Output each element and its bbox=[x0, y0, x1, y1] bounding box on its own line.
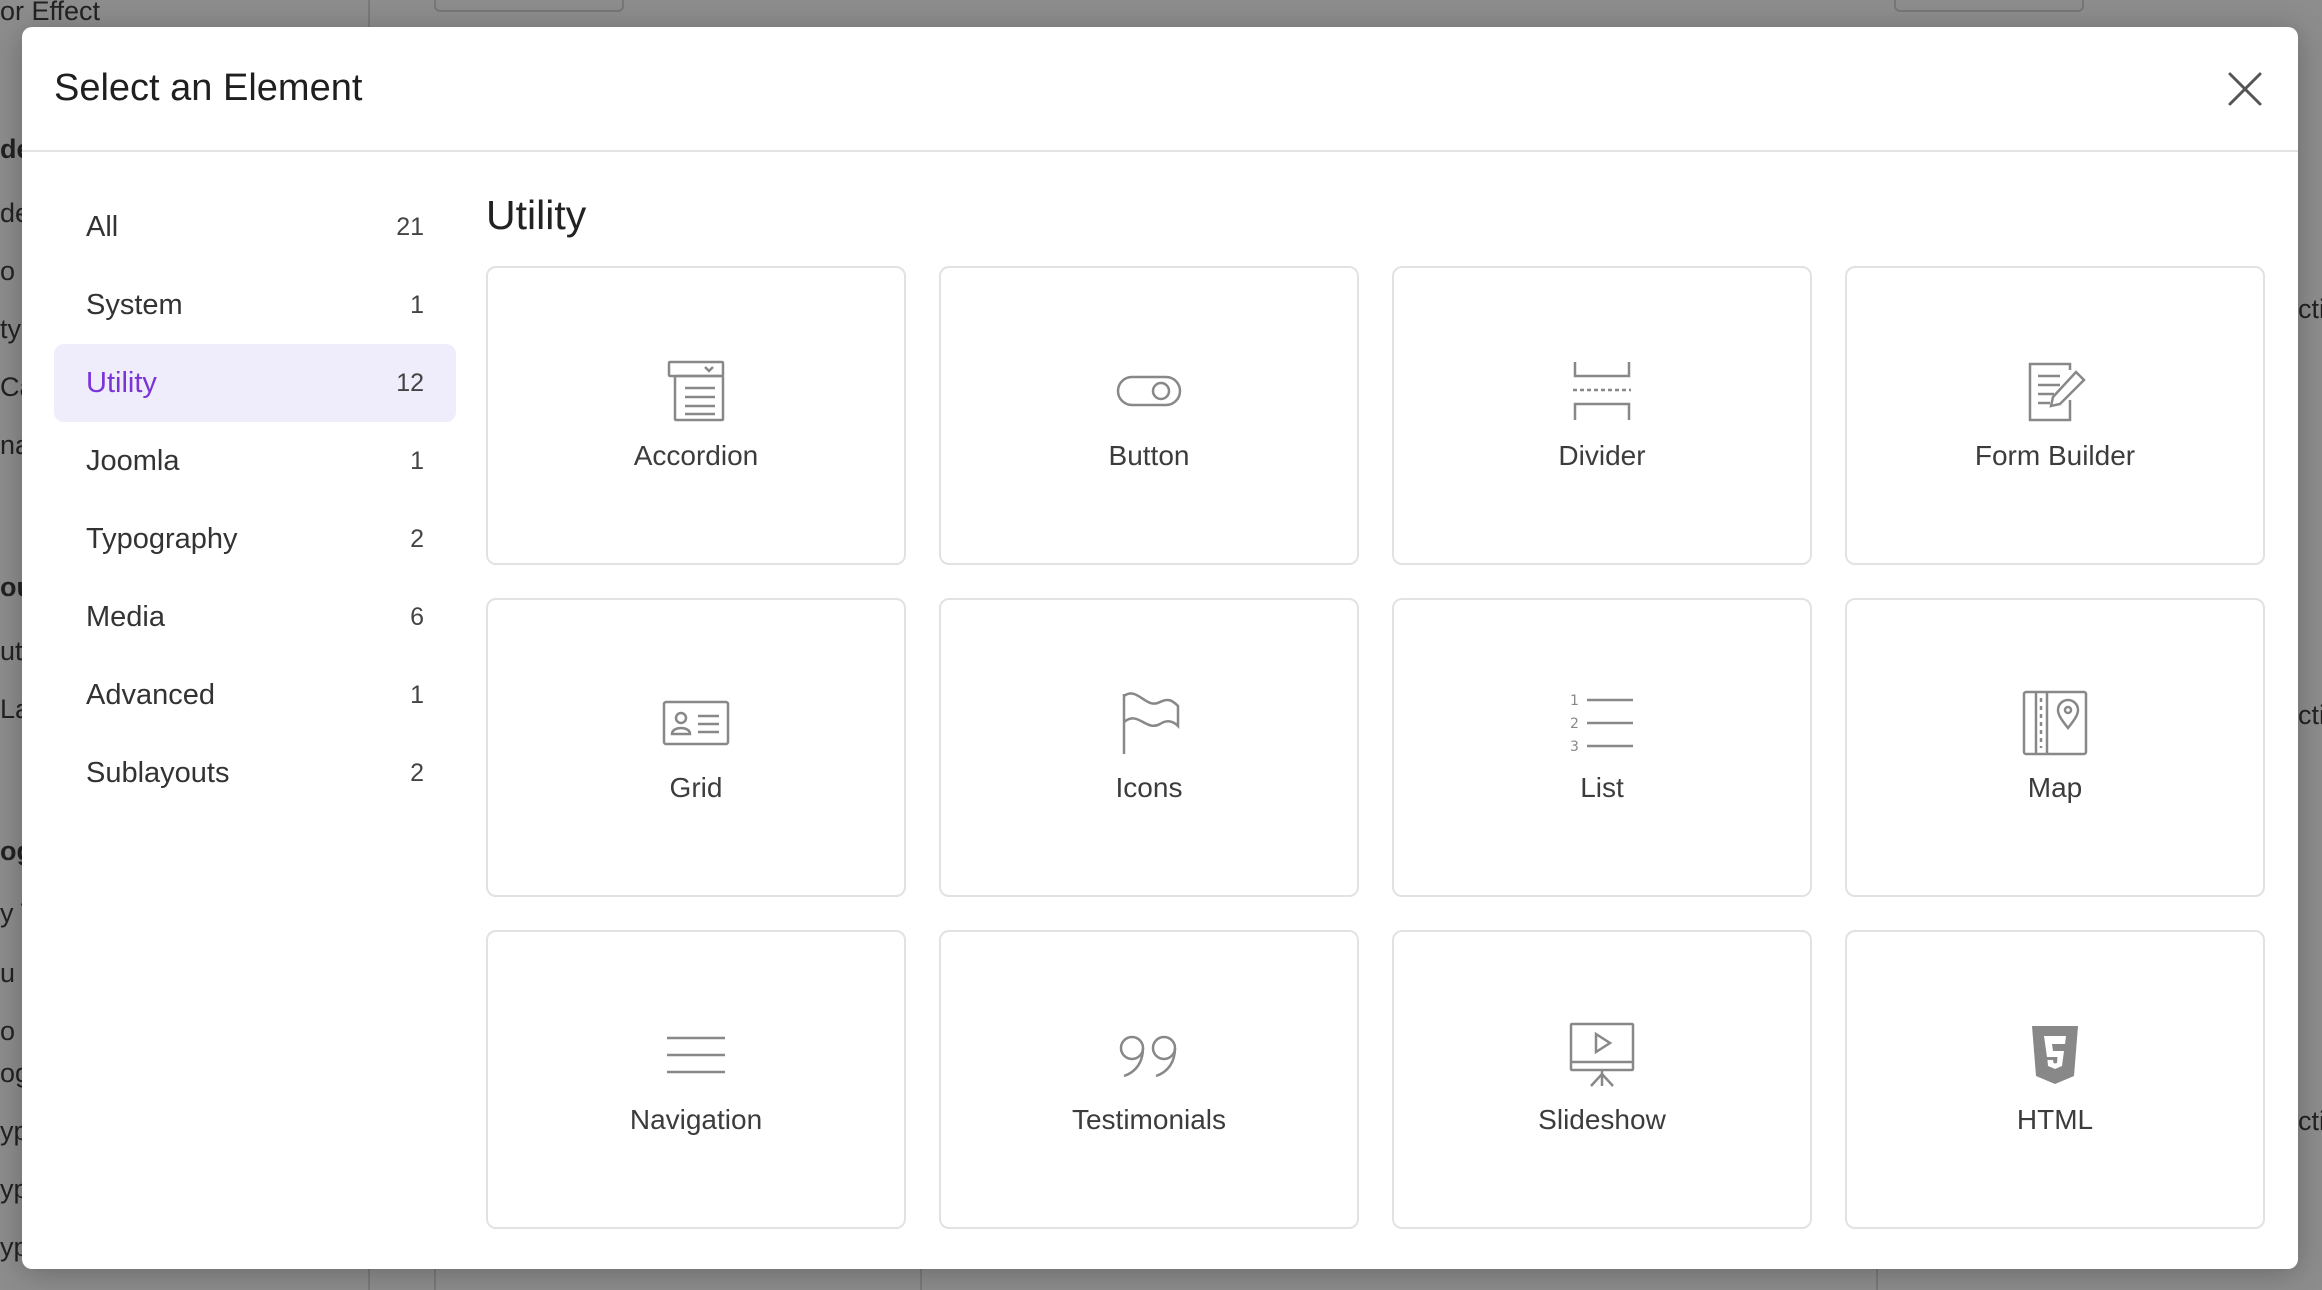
element-card-list[interactable]: 1 2 3 List bbox=[1392, 598, 1812, 897]
modal-header: Select an Element bbox=[22, 27, 2298, 152]
element-card-slideshow[interactable]: Slideshow bbox=[1392, 930, 1812, 1229]
element-card-button[interactable]: Button bbox=[939, 266, 1359, 565]
category-sidebar: All 21 System 1 Utility 12 Joomla 1 Typo… bbox=[54, 188, 456, 812]
bg-label: cti bbox=[2298, 294, 2322, 324]
category-label: Joomla bbox=[86, 444, 180, 477]
category-count: 1 bbox=[410, 446, 424, 475]
element-label: Form Builder bbox=[1974, 439, 2136, 471]
grid-icon bbox=[661, 688, 731, 758]
element-content: Utility Accordion Button Divider Form Bu… bbox=[486, 192, 2289, 1229]
bg-label: or Effect bbox=[0, 0, 101, 26]
category-sublayouts[interactable]: Sublayouts 2 bbox=[54, 734, 456, 812]
bg-box bbox=[1894, 0, 2084, 12]
navigation-icon bbox=[661, 1020, 731, 1090]
element-card-divider[interactable]: Divider bbox=[1392, 266, 1812, 565]
bg-divider bbox=[1876, 1266, 1878, 1290]
category-media[interactable]: Media 6 bbox=[54, 578, 456, 656]
category-count: 2 bbox=[410, 758, 424, 787]
button-icon bbox=[1114, 356, 1184, 426]
category-count: 12 bbox=[396, 368, 424, 397]
element-label: Navigation bbox=[629, 1103, 763, 1135]
svg-text:2: 2 bbox=[1570, 716, 1579, 732]
bg-label: ut bbox=[0, 636, 23, 666]
form-builder-icon bbox=[2020, 356, 2090, 426]
category-all[interactable]: All 21 bbox=[54, 188, 456, 266]
element-card-map[interactable]: Map bbox=[1845, 598, 2265, 897]
category-system[interactable]: System 1 bbox=[54, 266, 456, 344]
element-label: List bbox=[1580, 771, 1624, 803]
modal-title: Select an Element bbox=[54, 67, 363, 109]
select-element-modal: Select an Element All 21 System 1 Utilit… bbox=[22, 27, 2298, 1269]
bg-box bbox=[434, 0, 624, 12]
bg-label: cti bbox=[2298, 700, 2322, 730]
quote-icon bbox=[1114, 1020, 1184, 1090]
category-count: 1 bbox=[410, 680, 424, 709]
element-label: Slideshow bbox=[1538, 1103, 1666, 1135]
element-card-grid[interactable]: Grid bbox=[486, 598, 906, 897]
category-label: Utility bbox=[86, 366, 157, 399]
close-icon bbox=[2228, 72, 2262, 105]
bg-divider bbox=[920, 1266, 922, 1290]
accordion-icon bbox=[661, 356, 731, 426]
element-label: Grid bbox=[669, 771, 723, 803]
element-label: Divider bbox=[1558, 439, 1646, 471]
map-icon bbox=[2020, 688, 2090, 758]
category-count: 21 bbox=[396, 212, 424, 241]
category-label: System bbox=[86, 288, 183, 321]
close-button[interactable] bbox=[2220, 64, 2270, 114]
category-label: Typography bbox=[86, 522, 238, 555]
category-advanced[interactable]: Advanced 1 bbox=[54, 656, 456, 734]
element-card-navigation[interactable]: Navigation bbox=[486, 930, 906, 1229]
category-count: 2 bbox=[410, 524, 424, 553]
divider-icon bbox=[1567, 356, 1637, 426]
category-count: 1 bbox=[410, 290, 424, 319]
category-label: Media bbox=[86, 600, 165, 633]
element-card-html[interactable]: HTML bbox=[1845, 930, 2265, 1229]
category-count: 6 bbox=[410, 602, 424, 631]
slideshow-icon bbox=[1567, 1020, 1637, 1090]
category-label: Sublayouts bbox=[86, 756, 230, 789]
element-label: Button bbox=[1108, 439, 1190, 471]
element-card-testimonials[interactable]: Testimonials bbox=[939, 930, 1359, 1229]
category-label: All bbox=[86, 210, 119, 243]
element-label: Testimonials bbox=[1071, 1103, 1227, 1135]
element-grid: Accordion Button Divider Form Builder Gr… bbox=[486, 266, 2289, 1229]
element-label: HTML bbox=[2016, 1103, 2094, 1135]
bg-divider bbox=[434, 1266, 436, 1290]
element-label: Accordion bbox=[633, 439, 759, 471]
svg-text:3: 3 bbox=[1570, 739, 1579, 755]
category-joomla[interactable]: Joomla 1 bbox=[54, 422, 456, 500]
svg-text:1: 1 bbox=[1570, 693, 1579, 709]
element-card-form-builder[interactable]: Form Builder bbox=[1845, 266, 2265, 565]
list-icon: 1 2 3 bbox=[1567, 688, 1637, 758]
modal-body: All 21 System 1 Utility 12 Joomla 1 Typo… bbox=[22, 152, 2298, 1269]
section-title: Utility bbox=[486, 192, 587, 238]
category-typography[interactable]: Typography 2 bbox=[54, 500, 456, 578]
bg-label: cti bbox=[2298, 1106, 2322, 1136]
element-card-accordion[interactable]: Accordion bbox=[486, 266, 906, 565]
html5-icon bbox=[2020, 1020, 2090, 1090]
bg-label: ty bbox=[0, 314, 22, 344]
element-label: Icons bbox=[1115, 771, 1183, 803]
element-label: Map bbox=[2027, 771, 2083, 803]
element-card-icons[interactable]: Icons bbox=[939, 598, 1359, 897]
category-utility[interactable]: Utility 12 bbox=[54, 344, 456, 422]
flag-icon bbox=[1114, 688, 1184, 758]
category-label: Advanced bbox=[86, 678, 215, 711]
